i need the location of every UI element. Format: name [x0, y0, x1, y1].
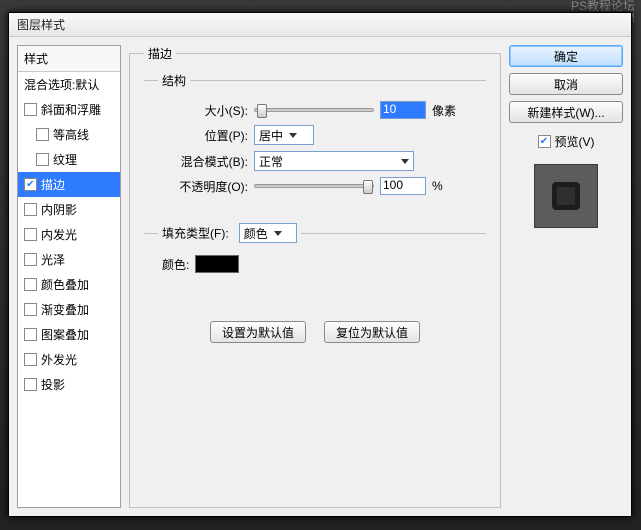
- preview-swatch-icon: [552, 182, 580, 210]
- sidebar-item-label: 图案叠加: [41, 326, 89, 343]
- preview-row: ✔ 预览(V): [509, 133, 623, 150]
- slider-thumb-icon[interactable]: [363, 180, 373, 194]
- fill-legend: 填充类型(F): 颜色: [158, 223, 301, 243]
- sidebar-item-inner-glow[interactable]: 内发光: [18, 222, 120, 247]
- size-unit: 像素: [432, 102, 456, 119]
- preview-checkbox[interactable]: ✔: [538, 135, 551, 148]
- checkbox-icon[interactable]: [24, 328, 37, 341]
- fill-type-value: 颜色: [244, 225, 268, 242]
- sidebar-blend-options[interactable]: 混合选项:默认: [18, 72, 120, 97]
- sidebar-item-color-overlay[interactable]: 颜色叠加: [18, 272, 120, 297]
- sidebar-item-label: 描边: [41, 176, 65, 193]
- sidebar-item-pattern-overlay[interactable]: 图案叠加: [18, 322, 120, 347]
- main-panel: 描边 结构 大小(S): 10 像素 位置(P):: [129, 45, 501, 508]
- opacity-slider[interactable]: [254, 184, 374, 188]
- size-slider[interactable]: [254, 108, 374, 112]
- default-buttons-row: 设置为默认值 复位为默认值: [144, 321, 486, 343]
- sidebar-item-label: 纹理: [53, 151, 77, 168]
- opacity-unit: %: [432, 179, 443, 193]
- opacity-label: 不透明度(O):: [158, 178, 248, 195]
- position-select[interactable]: 居中: [254, 125, 314, 145]
- position-label: 位置(P):: [158, 127, 248, 144]
- preview-label: 预览(V): [555, 133, 595, 150]
- checkbox-icon[interactable]: [24, 378, 37, 391]
- checkbox-icon[interactable]: [24, 103, 37, 116]
- checkbox-icon[interactable]: [24, 278, 37, 291]
- checkbox-icon[interactable]: [36, 153, 49, 166]
- sidebar-item-outer-glow[interactable]: 外发光: [18, 347, 120, 372]
- size-label: 大小(S):: [158, 102, 248, 119]
- new-style-button[interactable]: 新建样式(W)...: [509, 101, 623, 123]
- stroke-legend: 描边: [144, 45, 176, 62]
- window-chrome: PS教程论坛 BBS.16XX8.COM 图层样式 样式 混合选项:默认 斜面和…: [0, 0, 641, 530]
- color-label: 颜色:: [162, 256, 189, 273]
- chevron-down-icon: [401, 159, 409, 164]
- color-swatch[interactable]: [195, 255, 239, 273]
- opacity-row: 不透明度(O): 100 %: [158, 177, 472, 195]
- checkbox-icon[interactable]: [24, 253, 37, 266]
- sidebar-item-label: 内阴影: [41, 201, 77, 218]
- sidebar-header[interactable]: 样式: [18, 46, 120, 72]
- fill-fieldset: 填充类型(F): 颜色 颜色:: [144, 223, 486, 293]
- sidebar-item-bevel[interactable]: 斜面和浮雕: [18, 97, 120, 122]
- blendmode-select[interactable]: 正常: [254, 151, 414, 171]
- sidebar-item-texture[interactable]: 纹理: [18, 147, 120, 172]
- sidebar-item-label: 外发光: [41, 351, 77, 368]
- sidebar-item-satin[interactable]: 光泽: [18, 247, 120, 272]
- checkbox-icon[interactable]: ✔: [24, 178, 37, 191]
- position-row: 位置(P): 居中: [158, 125, 472, 145]
- make-default-button[interactable]: 设置为默认值: [210, 321, 306, 343]
- dialog-title: 图层样式: [9, 13, 631, 37]
- sidebar-item-label: 渐变叠加: [41, 301, 89, 318]
- checkbox-icon[interactable]: [24, 303, 37, 316]
- sidebar-item-inner-shadow[interactable]: 内阴影: [18, 197, 120, 222]
- sidebar-item-stroke[interactable]: ✔ 描边: [18, 172, 120, 197]
- size-row: 大小(S): 10 像素: [158, 101, 472, 119]
- fill-type-select[interactable]: 颜色: [239, 223, 297, 243]
- sidebar-blend-label: 混合选项:默认: [24, 76, 99, 93]
- sidebar-item-label: 投影: [41, 376, 65, 393]
- ok-button[interactable]: 确定: [509, 45, 623, 67]
- checkbox-icon[interactable]: [24, 353, 37, 366]
- sidebar-item-contour[interactable]: 等高线: [18, 122, 120, 147]
- cancel-button[interactable]: 取消: [509, 73, 623, 95]
- fill-type-label: 填充类型(F):: [162, 227, 229, 241]
- position-value: 居中: [259, 127, 283, 144]
- blendmode-value: 正常: [259, 153, 283, 170]
- checkbox-icon[interactable]: [24, 203, 37, 216]
- sidebar-item-label: 等高线: [53, 126, 89, 143]
- blendmode-label: 混合模式(B):: [158, 153, 248, 170]
- opacity-input[interactable]: 100: [380, 177, 426, 195]
- sidebar-item-gradient-overlay[interactable]: 渐变叠加: [18, 297, 120, 322]
- sidebar-item-label: 内发光: [41, 226, 77, 243]
- stroke-fieldset: 描边 结构 大小(S): 10 像素 位置(P):: [129, 45, 501, 508]
- slider-thumb-icon[interactable]: [257, 104, 267, 118]
- checkbox-icon[interactable]: [24, 228, 37, 241]
- preview-thumbnail: [534, 164, 598, 228]
- size-input[interactable]: 10: [380, 101, 426, 119]
- right-column: 确定 取消 新建样式(W)... ✔ 预览(V): [509, 45, 623, 508]
- chevron-down-icon: [289, 133, 297, 138]
- blendmode-row: 混合模式(B): 正常: [158, 151, 472, 171]
- sidebar-item-label: 光泽: [41, 251, 65, 268]
- structure-legend: 结构: [158, 72, 190, 89]
- color-row: 颜色:: [158, 255, 472, 273]
- sidebar-item-label: 斜面和浮雕: [41, 101, 101, 118]
- sidebar-item-label: 颜色叠加: [41, 276, 89, 293]
- checkbox-icon[interactable]: [36, 128, 49, 141]
- sidebar-item-drop-shadow[interactable]: 投影: [18, 372, 120, 397]
- reset-default-button[interactable]: 复位为默认值: [324, 321, 420, 343]
- style-sidebar: 样式 混合选项:默认 斜面和浮雕 等高线 纹理 ✔: [17, 45, 121, 508]
- layer-style-dialog: 图层样式 样式 混合选项:默认 斜面和浮雕 等高线 纹理: [8, 12, 632, 517]
- structure-fieldset: 结构 大小(S): 10 像素 位置(P): 居中: [144, 72, 486, 215]
- chevron-down-icon: [274, 231, 282, 236]
